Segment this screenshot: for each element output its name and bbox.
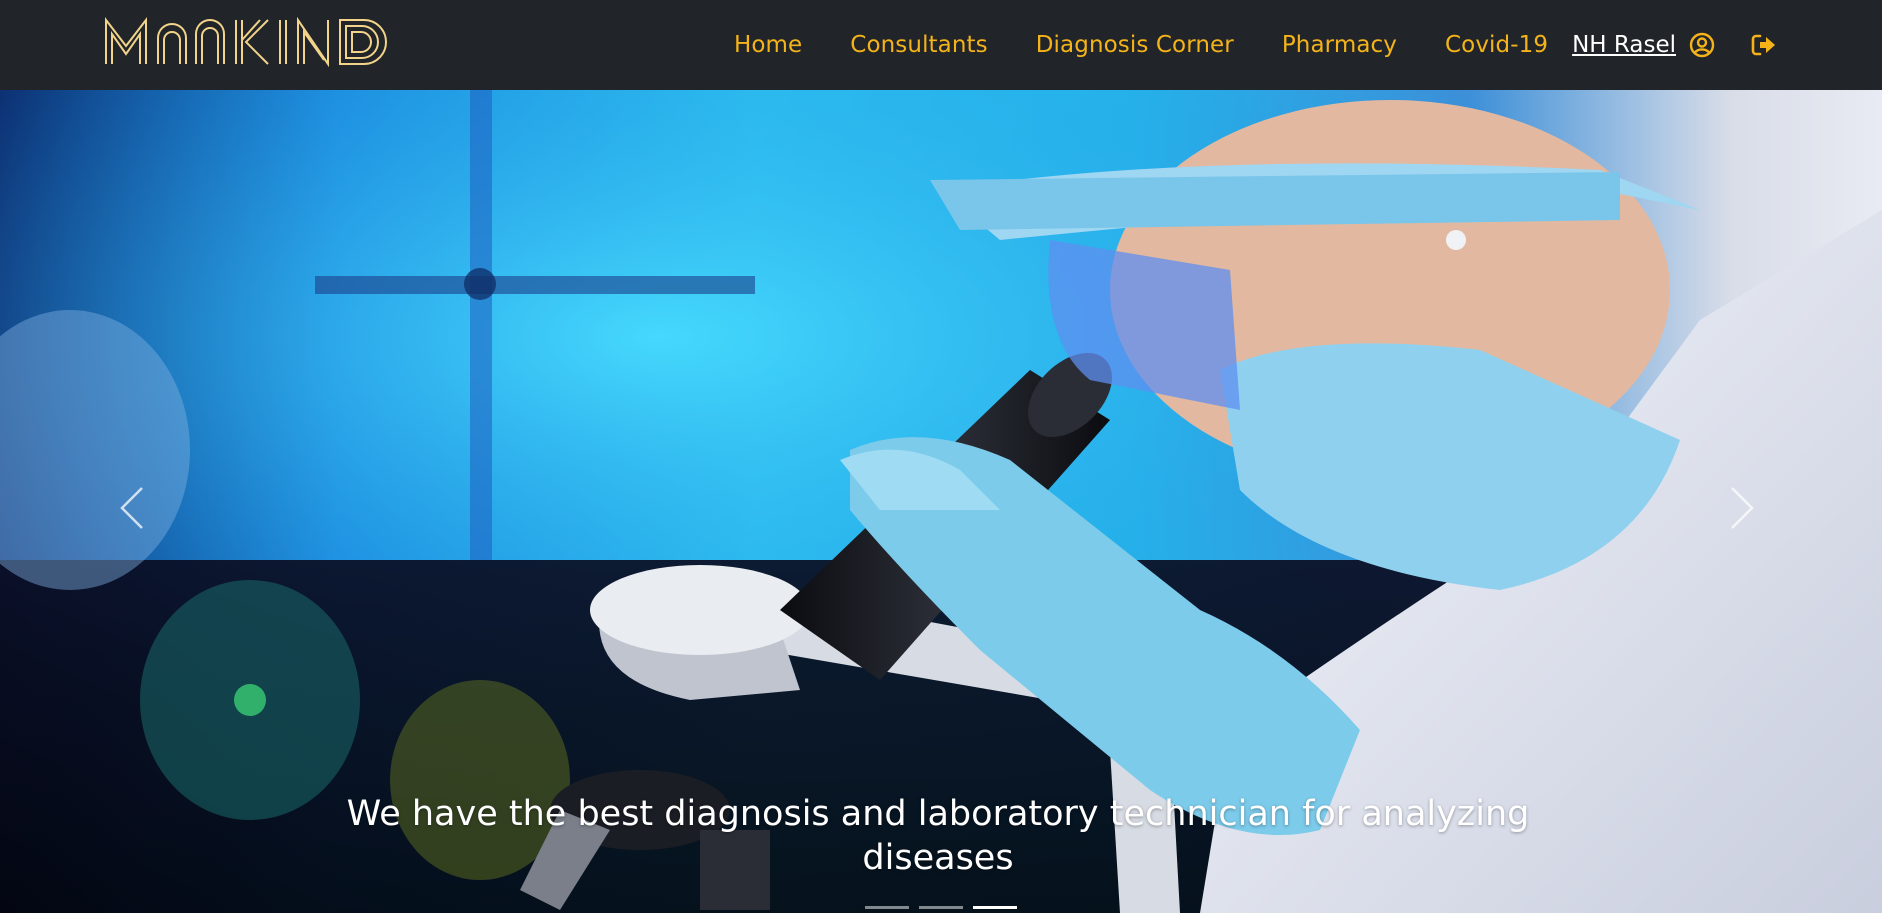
chevron-left-icon [120,487,143,529]
nav-links: Home Consultants Diagnosis Corner Pharma… [734,0,1778,90]
nav-link-home[interactable]: Home [734,32,802,58]
carousel-caption: We have the best diagnosis and laborator… [346,794,1530,878]
hero-image [0,90,1882,913]
carousel-indicator-1[interactable] [865,906,909,909]
nav-link-diagnosis-corner[interactable]: Diagnosis Corner [1036,32,1234,58]
hero-carousel: We have the best diagnosis and laborator… [0,90,1882,913]
nav-link-consultants[interactable]: Consultants [850,32,987,58]
user-name-link[interactable]: NH Rasel [1572,32,1676,58]
carousel-indicator-2[interactable] [919,906,963,909]
nav-link-covid-19[interactable]: Covid-19 [1445,32,1548,58]
brand-logo[interactable] [104,16,400,68]
carousel-indicator-3[interactable] [973,906,1017,909]
carousel-prev-button[interactable] [112,480,152,536]
sign-out-icon[interactable] [1750,31,1778,59]
carousel-next-button[interactable] [1722,480,1762,536]
navbar: Home Consultants Diagnosis Corner Pharma… [0,0,1882,90]
user-circle-icon[interactable] [1688,31,1716,59]
nav-link-pharmacy[interactable]: Pharmacy [1282,32,1397,58]
mankind-logo-icon [105,16,387,68]
chevron-right-icon [1731,487,1754,529]
carousel-indicators [860,906,1022,909]
